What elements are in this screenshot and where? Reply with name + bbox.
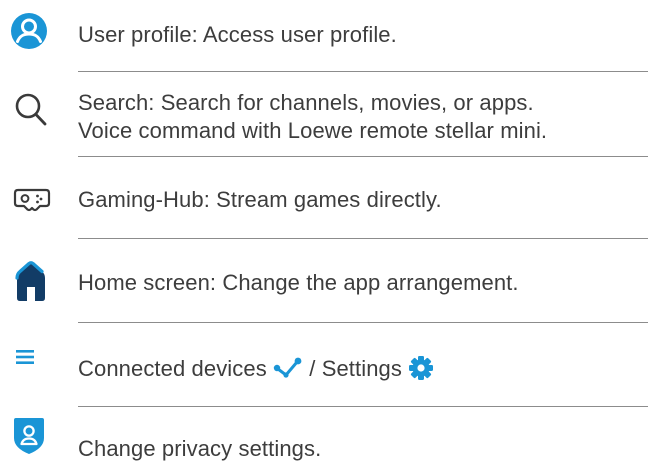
list-item-connected-devices-settings: Connected devices / Settings xyxy=(0,323,648,405)
home-screen-text: Home screen: Change the app arrangement. xyxy=(78,270,519,295)
gamepad-icon xyxy=(13,188,51,212)
list-item-search: Search: Search for channels, movies, or … xyxy=(0,72,648,152)
connected-devices-icon xyxy=(273,357,302,378)
settings-gear-icon xyxy=(409,356,434,381)
list-item-gaming-hub: Gaming-Hub: Stream games directly. xyxy=(0,157,648,237)
privacy-text: Change privacy settings. xyxy=(78,436,322,461)
privacy-shield-icon xyxy=(14,418,44,454)
home-icon xyxy=(15,261,45,301)
user-profile-icon xyxy=(11,13,47,49)
search-icon xyxy=(15,93,47,126)
list-item-user-profile: User profile: Access user profile. xyxy=(0,0,648,70)
gaming-hub-text: Gaming-Hub: Stream games directly. xyxy=(78,187,442,212)
search-text-line1: Search: Search for channels, movies, or … xyxy=(78,90,534,115)
settings-label: / Settings xyxy=(309,356,402,381)
menu-icon xyxy=(16,350,34,364)
connected-devices-settings-text: Connected devices / Settings xyxy=(78,356,434,383)
list-item-home-screen: Home screen: Change the app arrangement. xyxy=(0,239,648,321)
user-profile-text: User profile: Access user profile. xyxy=(78,22,397,47)
connected-devices-label: Connected devices xyxy=(78,356,267,381)
list-item-privacy: Change privacy settings. xyxy=(0,407,648,466)
search-text-line2: Voice command with Loewe remote stellar … xyxy=(78,118,548,143)
